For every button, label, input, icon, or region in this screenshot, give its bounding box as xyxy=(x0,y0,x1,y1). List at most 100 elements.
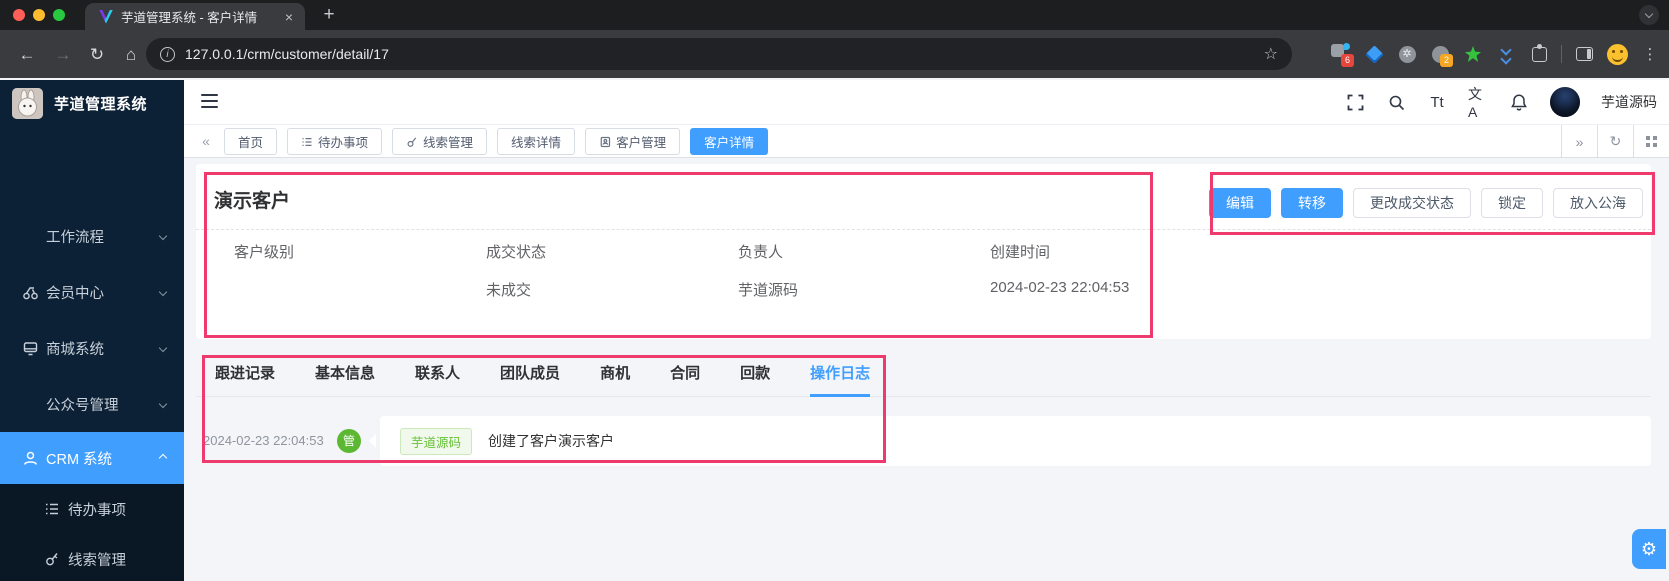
forward-button[interactable]: → xyxy=(50,42,76,68)
extensions-row: 6 ✲ 2 ⋮ xyxy=(1330,42,1661,67)
gear-icon: ⚙ xyxy=(1640,538,1658,559)
reload-button[interactable]: ↻ xyxy=(84,42,110,68)
lock-button[interactable]: 锁定 xyxy=(1481,188,1543,218)
mall-icon xyxy=(22,340,39,357)
todo-list-icon xyxy=(302,137,312,146)
sidebar-item-mall[interactable]: 商城系统 xyxy=(0,320,184,376)
field-deal-status: 成交状态 未成交 xyxy=(486,244,547,299)
browser-profile-avatar[interactable] xyxy=(1606,43,1628,65)
customer-header-card: 演示客户 编辑 转移 更改成交状态 锁定 放入公海 客户级别 成交状态 未成交 … xyxy=(196,164,1651,339)
layout-grid-button[interactable] xyxy=(1633,125,1669,158)
minimize-window-button[interactable] xyxy=(33,9,45,21)
sidebar-item-official-account[interactable]: 公众号管理 xyxy=(0,376,184,432)
contact-book-icon xyxy=(600,136,611,147)
app-header: Tt 文A 芋道源码 xyxy=(184,80,1669,124)
tab-team-members[interactable]: 团队成员 xyxy=(500,353,560,397)
url-text[interactable]: 127.0.0.1/crm/customer/detail/17 xyxy=(185,46,1264,62)
bookmark-star-icon[interactable]: ☆ xyxy=(1264,44,1278,64)
theme-settings-button[interactable]: ⚙ xyxy=(1632,529,1666,569)
chevron-down-icon xyxy=(158,287,168,297)
extension-icon-layers[interactable] xyxy=(1495,43,1517,65)
tab-operation-log[interactable]: 操作日志 xyxy=(810,353,871,397)
tab-business[interactable]: 商机 xyxy=(600,353,630,397)
sidebar-item-workflow[interactable]: 工作流程 xyxy=(0,208,184,264)
extensions-menu-button[interactable] xyxy=(1528,43,1550,65)
field-customer-level: 客户级别 xyxy=(234,244,295,261)
sidebar-item-crm[interactable]: CRM 系统 xyxy=(0,432,184,484)
tab-clue[interactable]: 线索管理 xyxy=(392,128,488,155)
refresh-page-button[interactable]: ↻ xyxy=(1597,125,1633,158)
tab-customer[interactable]: 客户管理 xyxy=(585,128,681,155)
log-admin-badge: 管 xyxy=(337,429,361,453)
extension-badge: 2 xyxy=(1440,54,1453,67)
transfer-button[interactable]: 转移 xyxy=(1281,188,1343,218)
chevron-down-icon xyxy=(158,343,168,353)
browser-menu-button[interactable]: ⋮ xyxy=(1639,43,1661,65)
extension-icon-star[interactable] xyxy=(1462,43,1484,65)
sidebar-item-member-center[interactable]: 会员中心 xyxy=(0,264,184,320)
tab-contract[interactable]: 合同 xyxy=(670,353,700,397)
new-tab-button[interactable]: + xyxy=(318,4,340,26)
log-entry: 芋道源码 创建了客户演示客户 xyxy=(380,416,1651,466)
tab-home[interactable]: 首页 xyxy=(224,128,278,155)
extension-icon-blocker[interactable]: 6 xyxy=(1330,43,1354,67)
screen: 芋道管理系统 - 客户详情 × + ← → ↻ ⌂ i 127.0.0.1/cr… xyxy=(0,0,1669,581)
side-panel-button[interactable] xyxy=(1573,43,1595,65)
sidebar-subitem-clue[interactable]: 线索管理 xyxy=(0,534,184,581)
chevron-icon xyxy=(1500,52,1512,65)
tab-search-button[interactable] xyxy=(1639,5,1659,25)
tabs-scroll-left-button[interactable]: « xyxy=(194,125,218,158)
font-size-icon[interactable]: Tt xyxy=(1427,92,1447,112)
collapse-menu-icon[interactable] xyxy=(201,94,218,108)
chevron-down-icon xyxy=(158,399,168,409)
green-star-icon xyxy=(1465,46,1481,62)
tab-receivables[interactable]: 回款 xyxy=(740,353,770,397)
sidebar: 芋道管理系统 工作流程 会员中心 商城系统 公众号管理 CRM 系统 待办事项 … xyxy=(0,80,184,581)
browser-toolbar: ← → ↻ ⌂ i 127.0.0.1/crm/customer/detail/… xyxy=(0,30,1669,78)
search-icon[interactable] xyxy=(1386,92,1406,112)
edit-button[interactable]: 编辑 xyxy=(1209,188,1271,218)
tab-todo[interactable]: 待办事项 xyxy=(287,128,383,155)
browser-tab[interactable]: 芋道管理系统 - 客户详情 × xyxy=(85,3,305,30)
tabs-right-controls: » ↻ xyxy=(1561,125,1669,158)
extension-icon-gem[interactable] xyxy=(1363,43,1385,65)
puzzle-icon xyxy=(1531,43,1547,62)
site-favicon xyxy=(99,9,113,24)
move-to-pool-button[interactable]: 放入公海 xyxy=(1553,188,1643,218)
page-tabs-bar: « 首页 待办事项 线索管理 线索详情 客户管理 客户详情 » ↻ xyxy=(184,124,1669,158)
extension-icon-counter[interactable]: 2 xyxy=(1429,43,1453,67)
customer-fields: 客户级别 成交状态 未成交 负责人 芋道源码 创建时间 2024-02-23 2… xyxy=(234,241,1242,300)
user-avatar[interactable] xyxy=(1550,87,1580,117)
pinwheel-icon: ✲ xyxy=(1398,45,1416,63)
tabs-scroll-right-button[interactable]: » xyxy=(1561,125,1597,158)
tab-customer-detail[interactable]: 客户详情 xyxy=(690,128,769,155)
back-button[interactable]: ← xyxy=(14,42,40,68)
gem-icon xyxy=(1364,44,1384,64)
log-bubble-arrow xyxy=(369,434,376,448)
tab-contacts[interactable]: 联系人 xyxy=(415,353,460,397)
chevron-down-icon xyxy=(158,231,168,241)
sidebar-subitem-todo[interactable]: 待办事项 xyxy=(0,484,184,534)
locale-switch-icon[interactable]: 文A xyxy=(1468,86,1488,120)
address-bar[interactable]: i 127.0.0.1/crm/customer/detail/17 ☆ xyxy=(146,38,1292,70)
extension-icon-pinwheel[interactable]: ✲ xyxy=(1396,43,1418,65)
username[interactable]: 芋道源码 xyxy=(1601,92,1657,112)
app-logo-row[interactable]: 芋道管理系统 xyxy=(0,80,184,127)
smiley-avatar-icon xyxy=(1606,43,1628,65)
browser-tabstrip: 芋道管理系统 - 客户详情 × + xyxy=(0,0,1669,30)
close-window-button[interactable] xyxy=(13,9,25,21)
tab-clue-detail[interactable]: 线索详情 xyxy=(497,128,576,155)
tab-follow-records[interactable]: 跟进记录 xyxy=(215,353,275,397)
maximize-window-button[interactable] xyxy=(53,9,65,21)
tab-close-icon[interactable]: × xyxy=(283,10,295,24)
side-panel-icon xyxy=(1575,47,1593,61)
change-deal-status-button[interactable]: 更改成交状态 xyxy=(1353,188,1471,218)
log-user-tag: 芋道源码 xyxy=(400,427,473,455)
extension-badge: 6 xyxy=(1341,54,1354,67)
site-info-icon[interactable]: i xyxy=(160,46,175,62)
fullscreen-icon[interactable] xyxy=(1345,92,1365,112)
tab-basic-info[interactable]: 基本信息 xyxy=(315,353,375,397)
home-button[interactable]: ⌂ xyxy=(118,42,144,68)
notification-bell-icon[interactable] xyxy=(1509,92,1529,112)
app-logo-rabbit xyxy=(12,88,43,119)
